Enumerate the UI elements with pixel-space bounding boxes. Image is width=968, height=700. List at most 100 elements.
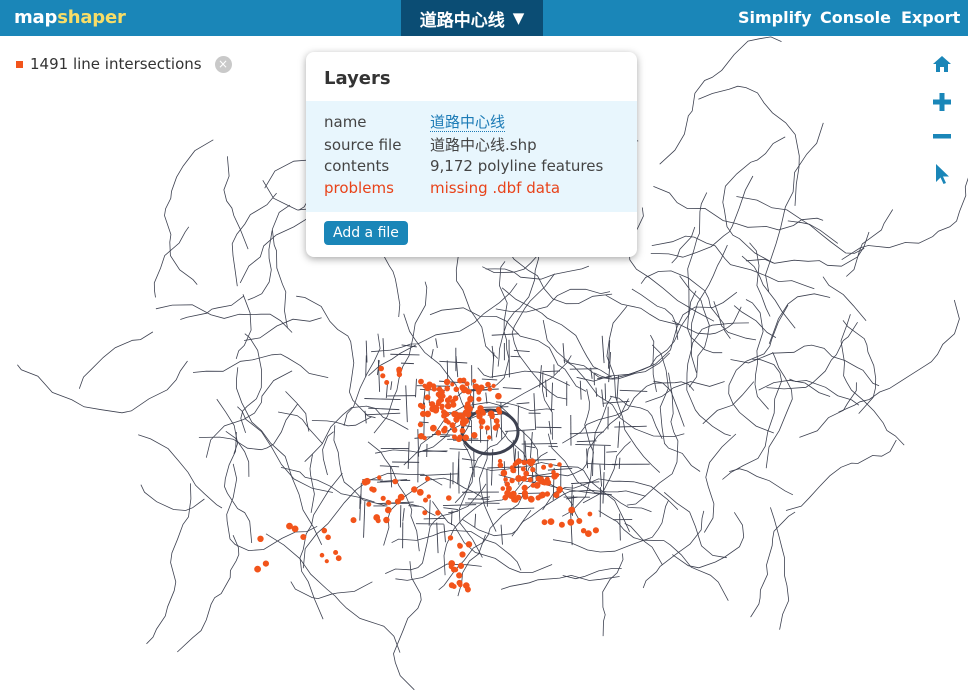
intersection-point: [485, 381, 491, 388]
intersection-point: [465, 413, 471, 418]
road-segment: [605, 294, 679, 326]
export-button[interactable]: Export: [901, 8, 960, 27]
road-segment: [431, 434, 456, 436]
intersection-point: [462, 386, 469, 393]
zoom-in-icon[interactable]: [930, 90, 954, 114]
road-segment: [599, 464, 603, 487]
road-segment: [785, 439, 897, 511]
road-segment: [443, 524, 446, 543]
road-segment: [602, 553, 624, 637]
road-segment: [642, 510, 705, 589]
road-segment: [545, 379, 548, 398]
intersection-point: [527, 495, 535, 503]
road-segment: [278, 411, 323, 445]
road-segment: [501, 287, 612, 378]
intersection-point: [487, 386, 493, 392]
intersection-point: [461, 377, 467, 383]
intersection-point: [495, 392, 502, 400]
simplify-button[interactable]: Simplify: [738, 8, 812, 27]
road-segment: [477, 367, 570, 386]
intersection-point: [439, 403, 445, 409]
intersection-point: [370, 486, 377, 493]
close-icon[interactable]: ×: [214, 55, 232, 73]
intersection-point: [479, 425, 484, 430]
add-file-button[interactable]: Add a file: [324, 221, 408, 245]
layer-info-panel[interactable]: name 道路中心线 source file 道路中心线.shp contents 9…: [306, 101, 637, 212]
intersection-point: [530, 467, 536, 473]
road-segment: [768, 293, 831, 345]
road-segment: [745, 231, 870, 267]
contents-value: 9,172 polyline features: [430, 157, 604, 175]
intersection-point: [535, 495, 541, 501]
intersection-point: [416, 488, 424, 496]
intersection-point: [472, 378, 477, 384]
intersection-point: [422, 435, 427, 441]
layer-name-row: name 道路中心线: [324, 111, 506, 132]
intersection-point: [567, 518, 575, 526]
intersection-point: [558, 521, 565, 528]
road-segment: [415, 378, 417, 398]
legend-swatch: [16, 60, 23, 68]
zoom-out-icon[interactable]: [930, 124, 954, 148]
intersection-point: [366, 501, 372, 507]
intersection-point: [592, 527, 600, 534]
intersection-point: [568, 506, 576, 514]
road-segment: [78, 331, 154, 389]
intersection-point: [444, 385, 451, 392]
intersection-point: [423, 497, 428, 503]
intersection-point: [503, 477, 508, 482]
road-segment: [570, 512, 573, 546]
road-segment: [653, 380, 685, 427]
road-segment: [290, 581, 373, 600]
intersection-point: [436, 398, 442, 405]
intersection-point: [451, 584, 457, 589]
road-segment: [505, 429, 535, 432]
road-segment: [765, 351, 793, 469]
pointer-icon[interactable]: [930, 162, 954, 186]
intersection-point: [424, 394, 431, 401]
intersection-point: [453, 386, 460, 393]
layer-selector-button[interactable]: 道路中心线 ▼: [401, 0, 543, 36]
intersection-point: [450, 382, 455, 387]
road-segment: [799, 382, 857, 438]
road-segment: [722, 358, 783, 480]
intersection-point: [447, 535, 454, 541]
road-segment: [244, 317, 322, 341]
intersection-point: [547, 518, 555, 525]
road-segment: [177, 535, 240, 653]
road-segment: [373, 281, 428, 434]
intersection-point: [449, 422, 456, 429]
road-segment: [686, 322, 749, 437]
road-segment: [265, 533, 401, 653]
intersection-point: [448, 564, 454, 570]
road-segment: [379, 465, 400, 468]
intersection-point: [257, 535, 264, 542]
intersection-point: [378, 365, 385, 372]
layer-name-value[interactable]: 道路中心线: [430, 113, 506, 132]
road-segment: [140, 484, 205, 511]
road-segment: [533, 393, 537, 430]
layers-popup: Layers name 道路中心线 source file 道路中心线.shp co…: [306, 52, 637, 257]
intersection-point: [457, 543, 463, 549]
intersection-point: [551, 470, 556, 475]
intersection-point: [425, 476, 430, 482]
source-file-key: source file: [324, 136, 402, 154]
intersection-point: [363, 477, 371, 485]
intersection-point: [422, 510, 428, 516]
intersection-point: [453, 411, 459, 417]
road-segment: [650, 175, 754, 258]
road-segment: [365, 355, 367, 377]
intersection-point: [459, 427, 466, 434]
console-button[interactable]: Console: [820, 8, 891, 27]
source-file-value: 道路中心线.shp: [430, 136, 537, 154]
road-segment: [601, 335, 605, 364]
intersection-point: [489, 413, 495, 420]
intersection-point: [515, 494, 522, 501]
intersection-point: [397, 493, 405, 501]
road-segment: [659, 36, 782, 165]
road-segment: [736, 196, 865, 254]
road-segment: [271, 204, 291, 329]
home-icon[interactable]: [930, 52, 954, 76]
intersection-point: [451, 427, 458, 433]
road-segment: [390, 381, 393, 390]
